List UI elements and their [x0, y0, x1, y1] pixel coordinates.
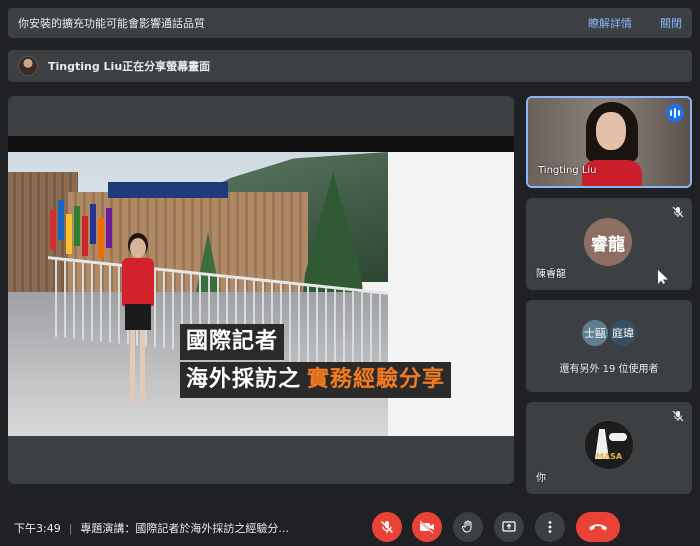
speaking-indicator-icon [666, 104, 684, 122]
camera-off-icon [419, 520, 434, 534]
participant-tile-others[interactable]: 士甌 庭瑋 還有另外 19 位使用者 [526, 300, 692, 392]
bottom-control-bar: 下午3:49 | 專題演講：國際記者於海外採訪之經驗分... [0, 504, 700, 546]
more-options-button[interactable] [535, 512, 565, 542]
divider: | [68, 521, 73, 535]
mic-off-icon [672, 206, 684, 218]
extension-warning-banner: 你安裝的擴充功能可能會影響通話品質 瞭解詳情 關閉 [8, 8, 692, 38]
dismiss-link[interactable]: 關閉 [660, 15, 682, 31]
participant-name: 你 [536, 473, 546, 484]
participant-tile-self[interactable]: MASA 你 [526, 402, 692, 494]
reporter-figure [116, 238, 160, 418]
participant-tile-2[interactable]: 睿龍 陳睿龍 [526, 198, 692, 290]
meeting-title: 專題演講：國際記者於海外採訪之經驗分... [80, 522, 289, 535]
hangup-icon [589, 524, 607, 531]
raise-hand-button[interactable] [453, 512, 483, 542]
mic-off-icon [672, 410, 684, 422]
clock-time: 下午3:49 [14, 522, 61, 535]
slide-caption-line2-highlight: 實務經驗分享 [305, 362, 452, 398]
presentation-stage[interactable]: 國際記者 海外採訪之 實務經驗分享 [8, 96, 514, 484]
camera-toggle-button[interactable] [412, 512, 442, 542]
mic-off-icon [381, 521, 393, 533]
banner-message: 你安裝的擴充功能可能會影響通話品質 [18, 17, 205, 30]
self-logo: MASA [584, 420, 634, 470]
avatar: 士甌 [580, 318, 610, 348]
meeting-info: 下午3:49 | 專題演講：國際記者於海外採訪之經驗分... [14, 520, 289, 536]
presenting-text: Tingting Liu正在分享螢幕畫面 [48, 60, 211, 73]
others-count-label: 還有另外 19 位使用者 [559, 364, 659, 375]
avatar: 庭瑋 [608, 318, 638, 348]
present-screen-button[interactable] [494, 512, 524, 542]
leave-call-button[interactable] [576, 512, 620, 542]
slide-caption-line2: 海外採訪之 實務經驗分享 [180, 362, 452, 398]
participant-name: 陳睿龍 [536, 269, 566, 280]
participant-tile-presenter[interactable]: Tingting Liu [526, 96, 692, 188]
mic-toggle-button[interactable] [372, 512, 402, 542]
slide-caption-line2-part1: 海外採訪之 [180, 362, 306, 398]
presenter-avatar [18, 56, 38, 76]
raise-hand-icon [462, 520, 472, 533]
shared-slide: 國際記者 海外採訪之 實務經驗分享 [8, 152, 514, 436]
avatar: 睿龍 [584, 218, 632, 266]
learn-more-link[interactable]: 瞭解詳情 [588, 15, 632, 31]
mouse-cursor-icon [658, 270, 668, 284]
present-screen-icon [502, 521, 516, 532]
more-vert-icon [548, 521, 552, 533]
presenting-bar: Tingting Liu正在分享螢幕畫面 [8, 50, 692, 82]
participant-name: Tingting Liu [538, 165, 597, 176]
logo-text: MASA [595, 452, 623, 461]
slide-caption-line1: 國際記者 [180, 324, 285, 360]
